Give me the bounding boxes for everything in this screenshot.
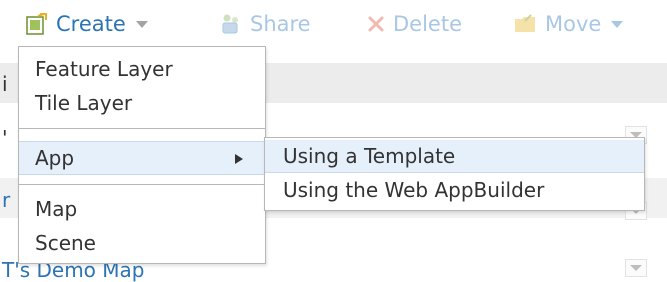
share-label: Share xyxy=(250,12,311,36)
app-submenu: Using a Template Using the Web AppBuilde… xyxy=(264,137,645,211)
menu-item-app[interactable]: App xyxy=(19,141,265,175)
menu-item-map[interactable]: Map xyxy=(19,193,265,225)
row-options-toggle[interactable] xyxy=(625,259,647,277)
folder-icon xyxy=(513,12,539,36)
share-button[interactable]: Share xyxy=(218,10,311,38)
share-icon xyxy=(218,12,244,36)
list-row-fragment: ' xyxy=(2,126,8,150)
list-row-fragment: i xyxy=(2,72,8,96)
menu-item-scene[interactable]: Scene xyxy=(19,227,265,259)
submenu-item-label: Using the Web AppBuilder xyxy=(283,178,545,202)
create-button[interactable]: Create xyxy=(24,10,148,38)
create-label: Create xyxy=(56,12,126,36)
menu-divider xyxy=(19,184,265,185)
move-button[interactable]: Move xyxy=(513,10,624,38)
menu-divider xyxy=(19,128,265,129)
menu-item-tile-layer[interactable]: Tile Layer xyxy=(19,87,265,119)
delete-x-icon xyxy=(367,12,387,36)
create-doc-icon xyxy=(24,12,50,36)
menu-item-label: App xyxy=(35,146,75,170)
caret-down-icon xyxy=(630,265,642,271)
chevron-right-icon xyxy=(235,154,243,164)
menu-item-label: Scene xyxy=(35,231,96,255)
caret-down-icon xyxy=(611,20,624,28)
delete-label: Delete xyxy=(393,12,462,36)
caret-down-icon xyxy=(135,20,148,28)
submenu-item-web-appbuilder[interactable]: Using the Web AppBuilder xyxy=(265,174,644,206)
menu-item-feature-layer[interactable]: Feature Layer xyxy=(19,53,265,85)
create-menu: Feature Layer Tile Layer App Map Scene xyxy=(18,46,266,264)
delete-button[interactable]: Delete xyxy=(367,10,462,38)
list-row-fragment: r xyxy=(2,188,11,212)
submenu-item-label: Using a Template xyxy=(283,144,456,168)
submenu-item-using-template[interactable]: Using a Template xyxy=(265,140,644,173)
menu-item-label: Feature Layer xyxy=(35,57,173,81)
toolbar: Create Share Delete Move xyxy=(0,0,667,46)
move-label: Move xyxy=(545,12,602,36)
menu-item-label: Tile Layer xyxy=(35,91,133,115)
menu-item-label: Map xyxy=(35,197,78,221)
